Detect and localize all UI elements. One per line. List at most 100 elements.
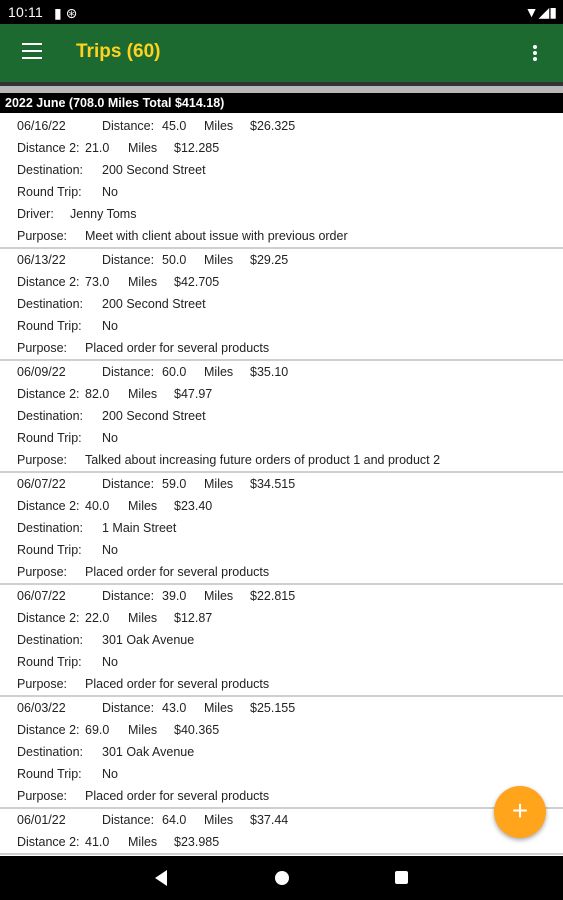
purpose-label: Purpose: xyxy=(17,565,68,579)
distance-label: Distance: xyxy=(102,589,155,603)
distance-value: 64.0 xyxy=(162,813,187,827)
distance2-amount: $42.705 xyxy=(174,275,220,289)
purpose-value: Placed order for several products xyxy=(85,789,270,803)
destination-label: Destination: xyxy=(17,633,84,647)
miles-label: Miles xyxy=(204,701,234,715)
round-trip-label: Round Trip: xyxy=(17,431,82,445)
distance-value: 59.0 xyxy=(162,477,187,491)
more-vert-icon[interactable] xyxy=(527,43,543,65)
distance-value: 45.0 xyxy=(162,119,187,133)
distance-amount: $29.25 xyxy=(250,253,289,267)
trip-date: 06/03/22 xyxy=(17,701,66,715)
distance-label: Distance: xyxy=(102,813,155,827)
app-bar: Trips (60) xyxy=(0,24,563,82)
round-trip-value: No xyxy=(102,767,118,781)
trip-round-trip-row: Round Trip: No xyxy=(0,315,563,337)
distance2-amount: $23.985 xyxy=(174,835,220,849)
destination-value: 301 Oak Avenue xyxy=(102,633,195,647)
trip-distance-row: 06/07/22 Distance: 39.0 Miles $22.815 xyxy=(0,585,563,607)
trip-date: 06/07/22 xyxy=(17,589,66,603)
trip-distance2-row: Distance 2: 40.0 Miles $23.40 xyxy=(0,495,563,517)
recents-icon[interactable] xyxy=(395,871,408,884)
trip-distance2-row: Distance 2: 82.0 Miles $47.97 xyxy=(0,383,563,405)
distance-label: Distance: xyxy=(102,365,155,379)
trip-round-trip-row: Round Trip: No xyxy=(0,763,563,785)
round-trip-label: Round Trip: xyxy=(17,319,82,333)
purpose-label: Purpose: xyxy=(17,229,68,243)
purpose-value: Placed order for several products xyxy=(85,565,270,579)
trip-destination-row: Destination: 1 Main Street xyxy=(0,517,563,539)
destination-value: 200 Second Street xyxy=(102,163,206,177)
distance2-value: 73.0 xyxy=(85,275,110,289)
distance-label: Distance: xyxy=(102,701,155,715)
trip-distance2-row: Distance 2: 41.0 Miles $23.985 xyxy=(0,831,563,853)
trip-round-trip-row: Round Trip: No xyxy=(0,539,563,561)
trip-item[interactable]: 06/13/22 Distance: 50.0 Miles $29.25 Distance… xyxy=(0,249,563,361)
distance-label: Distance: xyxy=(102,477,155,491)
round-trip-value: No xyxy=(102,431,118,445)
round-trip-value: No xyxy=(102,655,118,669)
distance2-amount: $12.87 xyxy=(174,611,213,625)
distance2-label: Distance 2: xyxy=(17,835,80,849)
distance-value: 43.0 xyxy=(162,701,187,715)
status-bar: 10:11 ▮ ⊛ ▼◢▮ xyxy=(0,0,563,24)
trip-distance2-row: Distance 2: 22.0 Miles $12.87 xyxy=(0,607,563,629)
distance2-value: 21.0 xyxy=(85,141,110,155)
trip-destination-row: Destination: 200 Second Street xyxy=(0,159,563,181)
trip-item[interactable]: 06/01/22 Distance: 64.0 Miles $37.44 Distance… xyxy=(0,809,563,855)
trip-round-trip-row: Round Trip: No xyxy=(0,181,563,203)
status-time: 10:11 xyxy=(8,4,43,20)
round-trip-label: Round Trip: xyxy=(17,543,82,557)
purpose-value: Placed order for several products xyxy=(85,341,270,355)
distance2-label: Distance 2: xyxy=(17,275,80,289)
trip-item[interactable]: 06/03/22 Distance: 43.0 Miles $25.155 Distanc… xyxy=(0,697,563,809)
trip-distance-row: 06/16/22 Distance: 45.0 Miles $26.325 xyxy=(0,115,563,137)
trip-purpose-row: Purpose: Placed order for several product… xyxy=(0,785,563,807)
round-trip-value: No xyxy=(102,319,118,333)
distance2-amount: $12.285 xyxy=(174,141,220,155)
back-icon[interactable] xyxy=(155,870,167,886)
trip-driver-row: Driver: Jenny Toms xyxy=(0,203,563,225)
miles-label: Miles xyxy=(204,365,234,379)
trip-item[interactable]: 06/07/22 Distance: 39.0 Miles $22.815 Distanc… xyxy=(0,585,563,697)
distance-amount: $22.815 xyxy=(250,589,296,603)
trip-distance2-row: Distance 2: 21.0 Miles $12.285 xyxy=(0,137,563,159)
distance-value: 39.0 xyxy=(162,589,187,603)
miles-label: Miles xyxy=(204,253,234,267)
trip-distance2-row: Distance 2: 69.0 Miles $40.365 xyxy=(0,719,563,741)
trip-date: 06/16/22 xyxy=(17,119,66,133)
trip-purpose-row: Purpose: Placed order for several product… xyxy=(0,337,563,359)
distance2-amount: $23.40 xyxy=(174,499,213,513)
trip-round-trip-row: Round Trip: No xyxy=(0,427,563,449)
purpose-label: Purpose: xyxy=(17,789,68,803)
round-trip-label: Round Trip: xyxy=(17,655,82,669)
distance2-label: Distance 2: xyxy=(17,611,80,625)
miles-label: Miles xyxy=(128,141,158,155)
add-trip-button[interactable]: + xyxy=(494,786,546,838)
destination-label: Destination: xyxy=(17,745,84,759)
trip-item[interactable]: 06/07/22 Distance: 59.0 Miles $34.515 Distanc… xyxy=(0,473,563,585)
trip-list[interactable]: 06/16/22 Distance: 45.0 Miles $26.325 Distanc… xyxy=(0,115,563,856)
round-trip-value: No xyxy=(102,543,118,557)
trip-date: 06/07/22 xyxy=(17,477,66,491)
distance-label: Distance: xyxy=(102,253,155,267)
distance-amount: $25.155 xyxy=(250,701,296,715)
destination-value: 200 Second Street xyxy=(102,297,206,311)
distance2-value: 22.0 xyxy=(85,611,110,625)
divider xyxy=(0,86,563,93)
trip-item[interactable]: 06/16/22 Distance: 45.0 Miles $26.325 Distanc… xyxy=(0,115,563,249)
distance2-amount: $47.97 xyxy=(174,387,213,401)
hamburger-menu-icon[interactable] xyxy=(22,43,42,63)
purpose-value: Talked about increasing future orders of… xyxy=(85,453,441,467)
destination-label: Destination: xyxy=(17,163,84,177)
trip-item[interactable]: 06/09/22 Distance: 60.0 Miles $35.10 Distance… xyxy=(0,361,563,473)
distance2-value: 69.0 xyxy=(85,723,110,737)
trip-distance-row: 06/01/22 Distance: 64.0 Miles $37.44 xyxy=(0,809,563,831)
trip-distance-row: 06/07/22 Distance: 59.0 Miles $34.515 xyxy=(0,473,563,495)
destination-label: Destination: xyxy=(17,409,84,423)
trip-distance2-row: Distance 2: 73.0 Miles $42.705 xyxy=(0,271,563,293)
system-status-icons: ▼◢▮ xyxy=(524,4,557,20)
purpose-value: Placed order for several products xyxy=(85,677,270,691)
distance2-value: 41.0 xyxy=(85,835,110,849)
home-icon[interactable] xyxy=(275,871,289,885)
